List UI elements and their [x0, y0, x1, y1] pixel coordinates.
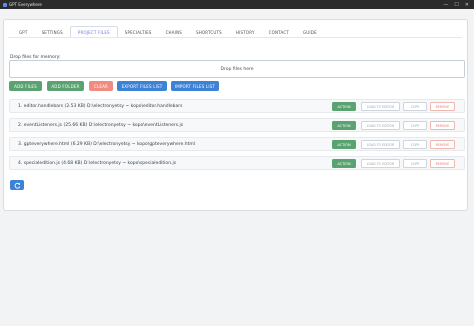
- list-item: 4. specialedition.js (4.68 KB) D:\electr…: [9, 156, 465, 170]
- file-dropzone[interactable]: Drop files here: [9, 60, 465, 78]
- window-title: GPT Everywhere: [9, 2, 42, 7]
- file-name: 2. eventListeners.js (25.66 KB) D:\elect…: [18, 123, 184, 128]
- title-bar: GPT Everywhere — ☐ ✕: [0, 0, 474, 9]
- list-item: 2. eventListeners.js (25.66 KB) D:\elect…: [9, 118, 465, 132]
- action-button[interactable]: ACTION: [332, 102, 356, 111]
- remove-button[interactable]: REMOVE: [430, 102, 455, 111]
- file-name: 1. editor.handlebars (2.53 KB) D:\electr…: [18, 104, 183, 109]
- window-controls: — ☐ ✕: [443, 2, 474, 8]
- remove-button[interactable]: REMOVE: [430, 140, 455, 149]
- minimize-button[interactable]: —: [443, 2, 448, 8]
- import-files-list-button[interactable]: IMPORT FILES LIST: [171, 81, 219, 91]
- file-name: 3. gpteverywhere.html (6.29 KB) D:\elect…: [18, 142, 196, 147]
- copy-button[interactable]: COPY: [403, 102, 427, 111]
- remove-button[interactable]: REMOVE: [430, 121, 455, 130]
- export-files-list-button[interactable]: EXPORT FILES LIST: [117, 81, 167, 91]
- refresh-button[interactable]: [10, 180, 24, 190]
- action-button[interactable]: ACTION: [332, 159, 356, 168]
- action-button[interactable]: ACTION: [332, 121, 356, 130]
- load-to-editor-button[interactable]: LOAD TO EDITOR: [361, 140, 400, 149]
- dropzone-hint: Drop files here: [220, 66, 254, 72]
- close-button[interactable]: ✕: [465, 2, 469, 8]
- copy-button[interactable]: COPY: [403, 159, 427, 168]
- add-folder-button[interactable]: ADD FOLDER: [47, 81, 84, 91]
- list-item: 3. gpteverywhere.html (6.29 KB) D:\elect…: [9, 137, 465, 151]
- maximize-button[interactable]: ☐: [454, 2, 458, 8]
- refresh-icon: [14, 182, 20, 189]
- add-files-button[interactable]: ADD FILES: [9, 81, 42, 91]
- app-icon: [3, 2, 7, 7]
- remove-button[interactable]: REMOVE: [430, 159, 455, 168]
- clear-button[interactable]: CLEAR: [89, 81, 113, 91]
- tab-divider: [8, 37, 462, 38]
- load-to-editor-button[interactable]: LOAD TO EDITOR: [361, 121, 400, 130]
- list-item: 1. editor.handlebars (2.53 KB) D:\electr…: [9, 99, 465, 113]
- file-name: 4. specialedition.js (4.68 KB) D:\electr…: [18, 161, 177, 166]
- app-panel: [3, 19, 468, 211]
- load-to-editor-button[interactable]: LOAD TO EDITOR: [361, 102, 400, 111]
- copy-button[interactable]: COPY: [403, 140, 427, 149]
- copy-button[interactable]: COPY: [403, 121, 427, 130]
- action-button[interactable]: ACTION: [332, 140, 356, 149]
- load-to-editor-button[interactable]: LOAD TO EDITOR: [361, 159, 400, 168]
